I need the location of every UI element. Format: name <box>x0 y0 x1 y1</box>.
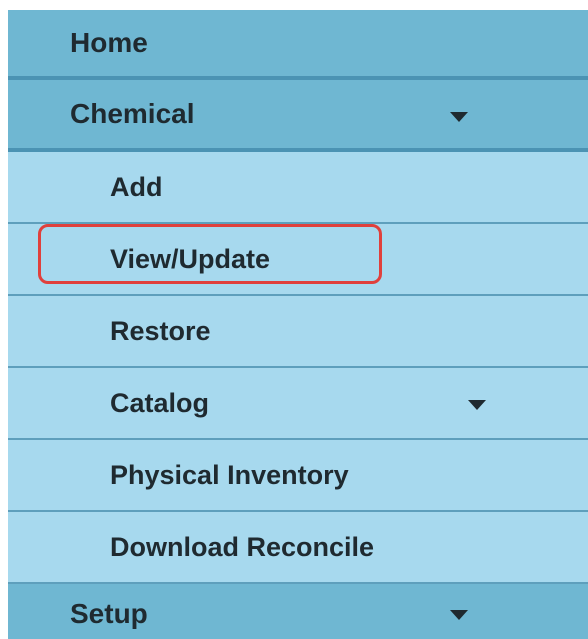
submenu-item-physical-inventory[interactable]: Physical Inventory <box>8 440 588 512</box>
submenu-item-label: Catalog <box>110 387 210 418</box>
submenu-item-view-update[interactable]: View/Update <box>8 224 588 296</box>
menu-item-label: Chemical <box>70 98 195 129</box>
navigation-menu: Home Chemical Add View/Update Restore Ca… <box>8 10 588 639</box>
menu-item-home[interactable]: Home <box>8 10 588 80</box>
submenu-item-label: Add <box>110 171 163 202</box>
submenu-item-download-reconcile[interactable]: Download Reconcile <box>8 512 588 584</box>
submenu-item-restore[interactable]: Restore <box>8 296 588 368</box>
chevron-down-icon <box>468 400 486 410</box>
menu-item-label: Setup <box>70 598 148 629</box>
menu-item-setup[interactable]: Setup <box>8 584 588 639</box>
chevron-down-icon <box>450 112 468 122</box>
menu-item-chemical[interactable]: Chemical <box>8 80 588 152</box>
chevron-down-icon <box>450 610 468 620</box>
submenu-item-catalog[interactable]: Catalog <box>8 368 588 440</box>
submenu-item-label: Restore <box>110 315 211 346</box>
submenu-item-label: View/Update <box>110 243 271 274</box>
submenu-item-label: Physical Inventory <box>110 459 349 490</box>
menu-item-label: Home <box>70 27 148 58</box>
submenu-item-label: Download Reconcile <box>110 531 375 562</box>
submenu-item-add[interactable]: Add <box>8 152 588 224</box>
